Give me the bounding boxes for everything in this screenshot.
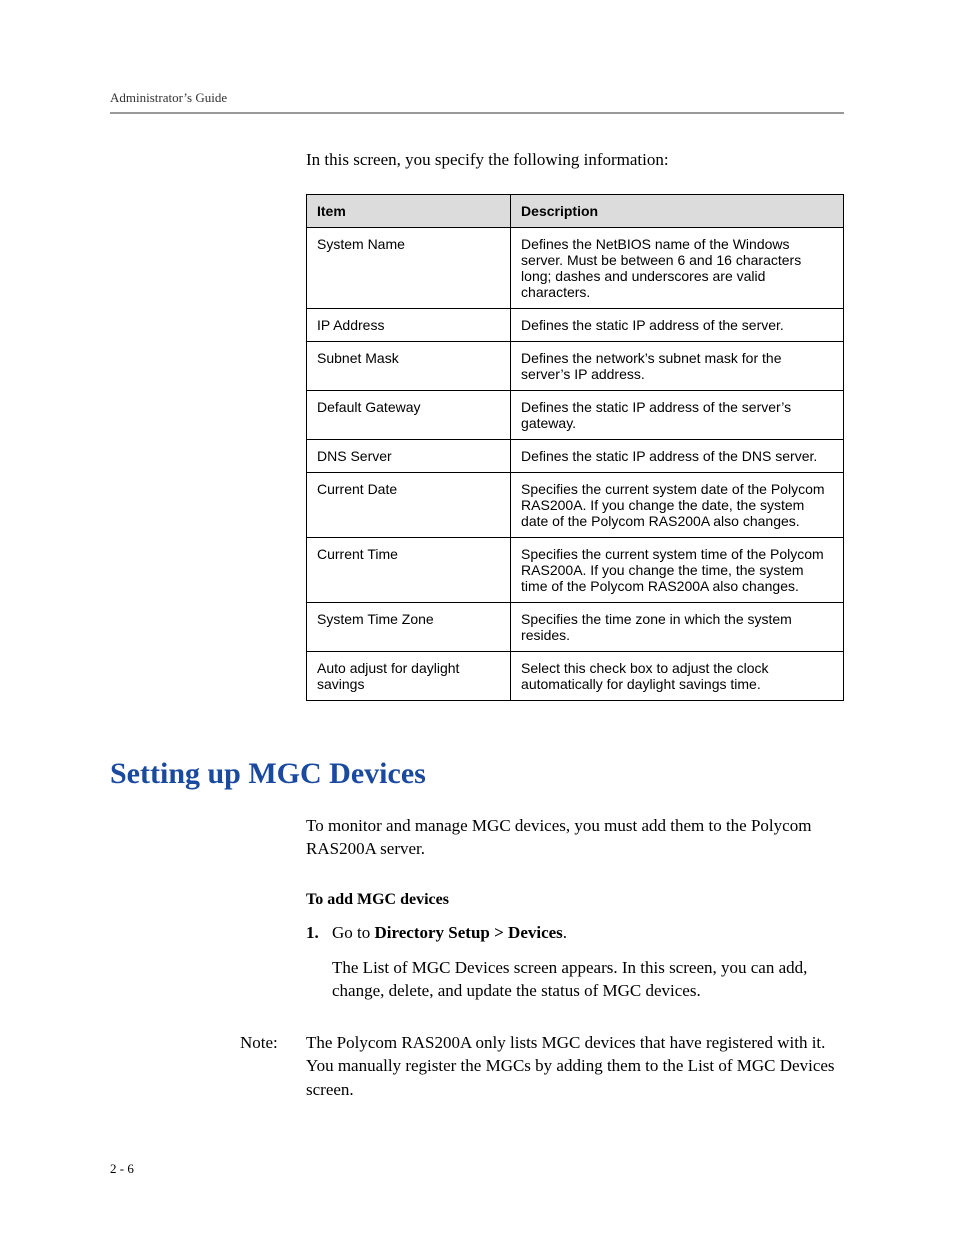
running-header: Administrator’s Guide [110, 90, 844, 106]
cell-item: System Name [307, 228, 511, 309]
cell-desc: Defines the network’s subnet mask for th… [511, 342, 844, 391]
cell-item: Subnet Mask [307, 342, 511, 391]
ordered-step: 1. Go to Directory Setup > Devices. The … [306, 923, 844, 1003]
step-text-bold: Directory Setup > Devices [375, 923, 563, 942]
cell-desc: Specifies the current system time of the… [511, 538, 844, 603]
step-number: 1. [306, 923, 332, 943]
cell-item: Auto adjust for daylight savings [307, 652, 511, 701]
table-row: Subnet Mask Defines the network’s subnet… [307, 342, 844, 391]
table-header-row: Item Description [307, 195, 844, 228]
header-rule [110, 112, 844, 114]
cell-desc: Specifies the time zone in which the sys… [511, 603, 844, 652]
cell-desc: Defines the static IP address of the ser… [511, 309, 844, 342]
table-row: System Time Zone Specifies the time zone… [307, 603, 844, 652]
note-block: Note: The Polycom RAS200A only lists MGC… [240, 1031, 844, 1101]
note-label: Note: [240, 1031, 306, 1101]
col-header-item: Item [307, 195, 511, 228]
cell-desc: Specifies the current system date of the… [511, 473, 844, 538]
cell-item: IP Address [307, 309, 511, 342]
procedure-subhead: To add MGC devices [306, 891, 844, 909]
col-header-description: Description [511, 195, 844, 228]
cell-item: Default Gateway [307, 391, 511, 440]
intro-paragraph: In this screen, you specify the followin… [306, 150, 844, 170]
step-text-suffix: . [563, 923, 567, 942]
cell-item: DNS Server [307, 440, 511, 473]
settings-table: Item Description System Name Defines the… [306, 194, 844, 701]
cell-desc: Defines the static IP address of the ser… [511, 391, 844, 440]
step-text-prefix: Go to [332, 923, 375, 942]
table-row: Current Date Specifies the current syste… [307, 473, 844, 538]
step-text: Go to Directory Setup > Devices. [332, 923, 844, 943]
table-row: System Name Defines the NetBIOS name of … [307, 228, 844, 309]
table-row: Default Gateway Defines the static IP ad… [307, 391, 844, 440]
cell-desc: Defines the static IP address of the DNS… [511, 440, 844, 473]
main-content: In this screen, you specify the followin… [306, 150, 844, 701]
page-number: 2 - 6 [110, 1161, 844, 1177]
note-text: The Polycom RAS200A only lists MGC devic… [306, 1031, 844, 1101]
cell-desc: Defines the NetBIOS name of the Windows … [511, 228, 844, 309]
step-result: The List of MGC Devices screen appears. … [332, 957, 844, 1003]
table-row: Auto adjust for daylight savings Select … [307, 652, 844, 701]
section-heading: Setting up MGC Devices [110, 757, 844, 791]
cell-item: Current Time [307, 538, 511, 603]
cell-item: Current Date [307, 473, 511, 538]
cell-item: System Time Zone [307, 603, 511, 652]
table-row: IP Address Defines the static IP address… [307, 309, 844, 342]
section-intro-paragraph: To monitor and manage MGC devices, you m… [306, 815, 844, 861]
cell-desc: Select this check box to adjust the cloc… [511, 652, 844, 701]
table-row: Current Time Specifies the current syste… [307, 538, 844, 603]
page-container: Administrator’s Guide In this screen, yo… [0, 0, 954, 1237]
section-body: To monitor and manage MGC devices, you m… [306, 815, 844, 1003]
table-row: DNS Server Defines the static IP address… [307, 440, 844, 473]
